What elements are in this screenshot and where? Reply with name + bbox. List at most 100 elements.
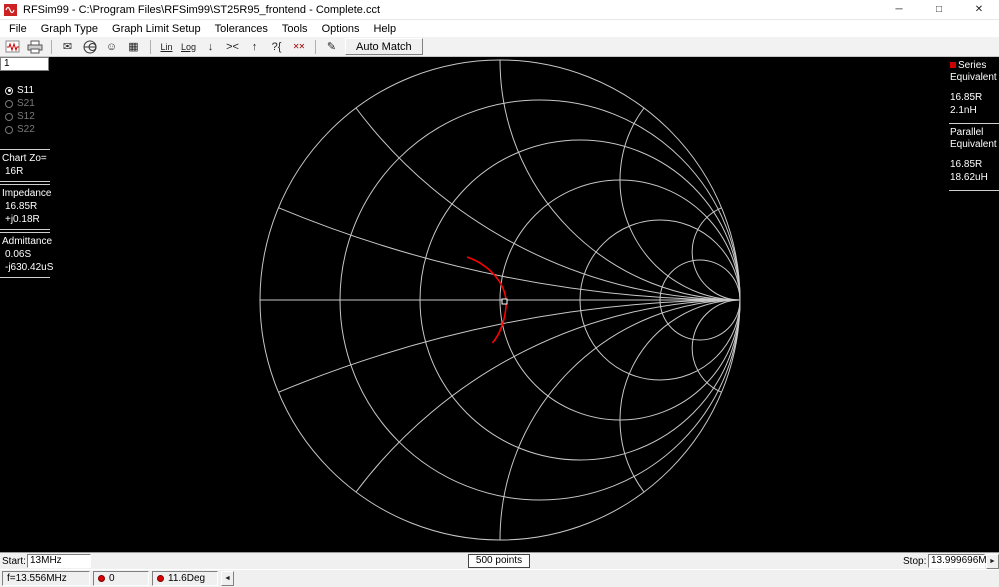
sweep-bar: Start: 13MHz 500 points Stop: 13.999696M…	[0, 552, 999, 569]
toolbar-separator	[315, 39, 316, 54]
left-readout-panels: Chart Zo= 16R Impedance 16.85R +j0.18R A…	[0, 149, 54, 280]
impedance-imag: +j0.18R	[5, 214, 40, 225]
radio-s11[interactable]: S11	[5, 84, 35, 97]
menu-item-tools[interactable]: Tools	[275, 23, 315, 35]
radio-button-icon	[5, 125, 13, 134]
markers-icon: ><	[226, 40, 239, 53]
radio-s21-label: S21	[17, 98, 35, 109]
smith-chart-button[interactable]	[79, 38, 100, 56]
toolbar: ✉ ☺ ▦ Lin Log ↓ >< ↑ ?{ ✕✕ ✎ Auto Match	[0, 37, 999, 57]
radio-s11-label: S11	[17, 85, 35, 96]
marker-phase: 11.6Deg	[168, 573, 206, 584]
s-parameter-radios: S11 S21 S12 S22	[5, 84, 35, 136]
table-grid-icon: ▦	[128, 41, 139, 53]
rfsim99-window: RFSim99 - C:\Program Files\RFSim99\ST25R…	[0, 0, 999, 587]
admittance-imag: -j630.42uS	[5, 262, 54, 273]
menu-item-graph-limit-setup[interactable]: Graph Limit Setup	[105, 23, 208, 35]
toolbar-separator	[51, 39, 52, 54]
auto-match-wand-button[interactable]: ✎	[321, 38, 342, 56]
marker-scroll-left-button[interactable]: ◄	[221, 571, 234, 586]
red-led-icon	[98, 575, 105, 582]
trace-color-swatch	[950, 62, 956, 68]
menu-item-options[interactable]: Options	[315, 23, 367, 35]
admittance-panel: Admittance 0.06S -j630.42uS	[0, 232, 54, 278]
smiley-icon: ☺	[105, 40, 118, 53]
impedance-real: 16.85R	[5, 201, 38, 212]
radio-s12[interactable]: S12	[5, 110, 35, 123]
linear-scale-button[interactable]: Lin	[156, 38, 177, 56]
parallel-reactance: 18.62uH	[950, 172, 988, 183]
marker-scroll-right-button[interactable]: ►	[986, 554, 999, 569]
schematic-button[interactable]	[2, 38, 23, 56]
schematic-icon	[5, 40, 19, 52]
radio-button-icon	[5, 99, 13, 108]
wand-icon: ✎	[326, 41, 337, 53]
series-equivalent-panel: Series Equivalent 16.85R 2.1nH	[949, 57, 999, 124]
radio-s12-label: S12	[17, 111, 35, 122]
cut-button[interactable]: ✕✕	[288, 38, 309, 56]
marker-value: 0	[109, 573, 115, 584]
series-title-1: Series	[958, 60, 987, 71]
about-button[interactable]: ☺	[101, 38, 122, 56]
parallel-equivalent-panel: Parallel Equivalent 16.85R 18.62uH	[949, 124, 999, 191]
frequency-value: f=13.556MHz	[7, 573, 67, 584]
zoom-in-button[interactable]: ↑	[244, 38, 265, 56]
frequency-readout: f=13.556MHz	[2, 571, 90, 586]
radio-button-icon	[5, 86, 13, 95]
radio-s21[interactable]: S21	[5, 97, 35, 110]
series-title-2: Equivalent	[950, 72, 997, 83]
zoom-out-button[interactable]: ↓	[200, 38, 221, 56]
radio-button-icon	[5, 112, 13, 121]
smith-grid	[259, 59, 741, 541]
marker-phase-readout: 11.6Deg	[152, 571, 218, 586]
radio-s22-label: S22	[17, 124, 35, 135]
chart-area: 1 S11 S21 S12 S22 Chart Zo= 16R Impedanc…	[0, 57, 999, 552]
log-scale-button[interactable]: Log	[178, 38, 199, 56]
close-button[interactable]: ✕	[959, 0, 999, 19]
trace-marker[interactable]	[501, 298, 508, 305]
menu-item-help[interactable]: Help	[366, 23, 403, 35]
menu-item-graph-type[interactable]: Graph Type	[34, 23, 105, 35]
parallel-title-2: Equivalent	[950, 139, 997, 150]
auto-match-button[interactable]: Auto Match	[345, 38, 423, 55]
start-frequency-input[interactable]: 13MHz	[27, 554, 91, 568]
tolerance-button[interactable]: ?{	[266, 38, 287, 56]
app-icon	[4, 3, 18, 17]
series-resistance: 16.85R	[950, 92, 983, 103]
cut-icon: ✕✕	[292, 42, 305, 51]
series-reactance: 2.1nH	[950, 105, 977, 116]
chart-zo-panel: Chart Zo= 16R	[0, 149, 50, 182]
maximize-button[interactable]: □	[919, 0, 959, 19]
envelope-button[interactable]: ✉	[57, 38, 78, 56]
stop-label: Stop:	[903, 556, 927, 567]
chart-zo-value: 16R	[5, 166, 24, 177]
right-readout-panels: Series Equivalent 16.85R 2.1nH Parallel …	[949, 57, 999, 191]
trace-select-input[interactable]: 1	[0, 57, 49, 71]
menu-bar: File Graph Type Graph Limit Setup Tolera…	[0, 20, 999, 37]
left-arrow-icon: ◄	[224, 575, 231, 582]
status-bar: f=13.556MHz 0 11.6Deg ◄	[0, 569, 999, 587]
minimize-button[interactable]: ─	[879, 0, 919, 19]
right-arrow-icon: ►	[989, 558, 996, 565]
impedance-panel: Impedance 16.85R +j0.18R	[0, 184, 52, 230]
printer-icon	[27, 40, 42, 53]
window-title: RFSim99 - C:\Program Files\RFSim99\ST25R…	[23, 3, 381, 16]
title-bar: RFSim99 - C:\Program Files\RFSim99\ST25R…	[0, 0, 999, 20]
table-button[interactable]: ▦	[123, 38, 144, 56]
chart-zo-label: Chart Zo=	[2, 153, 47, 164]
markers-button[interactable]: ><	[222, 38, 243, 56]
up-arrow-icon: ↑	[251, 40, 258, 53]
smith-chart-icon	[83, 40, 96, 53]
menu-item-tolerances[interactable]: Tolerances	[208, 23, 275, 35]
menu-item-file[interactable]: File	[2, 23, 34, 35]
envelope-icon: ✉	[62, 41, 73, 53]
points-box[interactable]: 500 points	[468, 554, 530, 568]
down-arrow-icon: ↓	[207, 40, 214, 53]
radio-s22[interactable]: S22	[5, 123, 35, 136]
stop-frequency-input[interactable]: 13.999696MHz	[928, 554, 999, 568]
print-button[interactable]	[24, 38, 45, 56]
parallel-resistance: 16.85R	[950, 159, 983, 170]
parallel-title-1: Parallel	[950, 127, 984, 138]
start-label: Start:	[2, 556, 26, 567]
impedance-label: Impedance	[2, 188, 52, 199]
